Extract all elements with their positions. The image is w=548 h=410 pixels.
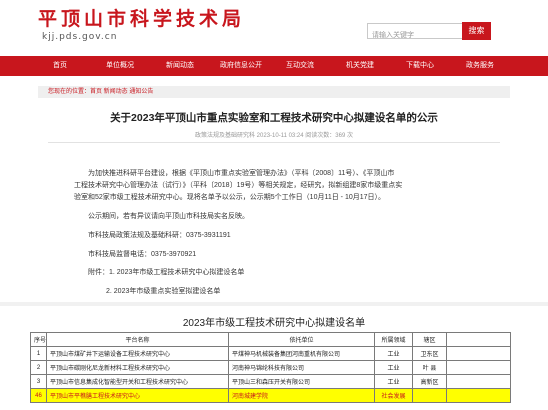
table-cell: 工业: [374, 360, 413, 375]
search-button[interactable]: 搜索: [462, 22, 491, 40]
nav-item-home[interactable]: 首页: [53, 56, 67, 76]
attachment-link[interactable]: 2. 2023年市级重点实验室拟建设名单: [106, 287, 220, 296]
table-cell: 叶 县: [412, 360, 447, 375]
table-cell: 平顶山市信息集成化智能型开关和工程技术研究中心: [46, 374, 229, 389]
table-cell: 平顶山市煤矿井下运输设备工程技术研究中心: [46, 346, 229, 361]
table-cell: 1: [30, 346, 47, 361]
column-header: 所属领域: [374, 332, 413, 347]
table-cell: 平煤神马机械装备集团河南重机有限公司: [228, 346, 375, 361]
site-logo[interactable]: 平顶山市科学技术局 kjj.pds.gov.cn: [38, 8, 245, 44]
article-title: 关于2023年平顶山市重点实验室和工程技术研究中心拟建设名单的公示: [110, 112, 438, 124]
table-cell: 2: [30, 360, 47, 375]
table-header-row: 序号 平台名称 依托单位 所属领域 辖区: [30, 332, 511, 347]
table-cell: 46: [30, 388, 47, 403]
table-row: 1 平顶山市煤矿井下运输设备工程技术研究中心 平煤神马机械装备集团河南重机有限公…: [30, 346, 511, 361]
column-header: 平台名称: [46, 332, 229, 347]
attachment-link[interactable]: 附件：1. 2023年市级工程技术研究中心拟建设名单: [88, 268, 244, 277]
table-cell: 3: [30, 374, 47, 389]
table-cell-blank: [446, 346, 511, 361]
main-nav: 首页 单位概况 新闻动态 政府信息公开 互动交流 机关党建 下载中心 政务服务: [0, 56, 548, 76]
column-header-blank: [446, 332, 511, 347]
table-cell: 工业: [374, 346, 413, 361]
article-paragraph: 为加快推进科研平台建设，根据《平顶山市重点实验室管理办法》（平科〔2008〕11…: [88, 170, 395, 177]
contact-supervision-phone: 市科技局监督电话：0375-3970921: [88, 251, 197, 258]
attachment-table: 序号 平台名称 依托单位 所属领域 辖区 1 平顶山市煤矿井下运输设备工程技术研…: [30, 332, 511, 403]
article-paragraph: 工程技术研究中心管理办法（试行）》（平科〔2018〕19号）等相关规定，经研究，…: [74, 182, 403, 189]
table-cell: 卫东区: [412, 346, 447, 361]
column-header: 序号: [30, 332, 47, 347]
table-cell: 高新区: [412, 374, 447, 389]
table-cell: 平顶山市平樵膳工程技术研究中心: [46, 388, 229, 403]
table-cell-blank: [446, 360, 511, 375]
table-cell: 工业: [374, 374, 413, 389]
section-divider: [0, 302, 548, 306]
nav-item-interaction[interactable]: 互动交流: [286, 56, 314, 76]
divider: [48, 142, 500, 143]
nav-item-overview[interactable]: 单位概况: [106, 56, 134, 76]
table-row-highlighted: 46 平顶山市平樵膳工程技术研究中心 河南城建学院 社会发展: [30, 388, 511, 403]
table-cell: [412, 388, 447, 403]
breadcrumb[interactable]: 您现在的位置：首页 新闻动态 通知公告: [48, 88, 153, 96]
column-header: 辖区: [412, 332, 447, 347]
table-cell: 河南城建学院: [228, 388, 375, 403]
table-row: 3 平顶山市信息集成化智能型开关和工程技术研究中心 平顶山三和森压开关有限公司 …: [30, 374, 511, 389]
site-name: 平顶山市科学技术局: [38, 8, 246, 30]
nav-item-info-disclosure[interactable]: 政府信息公开: [220, 56, 262, 76]
column-header: 依托单位: [228, 332, 375, 347]
table-cell: 社会发展: [374, 388, 413, 403]
nav-item-downloads[interactable]: 下载中心: [406, 56, 434, 76]
nav-item-party-building[interactable]: 机关党建: [346, 56, 374, 76]
attachment-title: 2023年市级工程技术研究中心拟建设名单: [182, 318, 366, 329]
nav-item-services[interactable]: 政务服务: [466, 56, 494, 76]
article-paragraph: 公示期间，若有异议请向平顶山市科技局实名反映。: [88, 213, 249, 220]
article-meta: 政策法规及基础研究科 2023-10-11 03:24 阅读次数：369 次: [195, 133, 353, 139]
table-cell: 平顶山三和森压开关有限公司: [228, 374, 375, 389]
site-url: kjj.pds.gov.cn: [42, 32, 118, 42]
table-cell: 河南神马锦纶科技有限公司: [228, 360, 375, 375]
table-row: 2 平顶山市碳刚化尼龙新材料工程技术研究中心 河南神马锦纶科技有限公司 工业 叶…: [30, 360, 511, 375]
contact-policy-phone: 市科技局政策法规及基础科研：0375-3931191: [88, 232, 231, 239]
site-header: 平顶山市科学技术局 kjj.pds.gov.cn 搜索: [0, 0, 548, 56]
table-cell-blank: [446, 374, 511, 389]
article-paragraph: 验室和52家市级工程技术研究中心。现将名单予以公示，公示期5个工作日（10月11…: [74, 194, 386, 201]
table-cell-blank: [446, 388, 511, 403]
nav-item-news[interactable]: 新闻动态: [166, 56, 194, 76]
table-cell: 平顶山市碳刚化尼龙新材料工程技术研究中心: [46, 360, 229, 375]
